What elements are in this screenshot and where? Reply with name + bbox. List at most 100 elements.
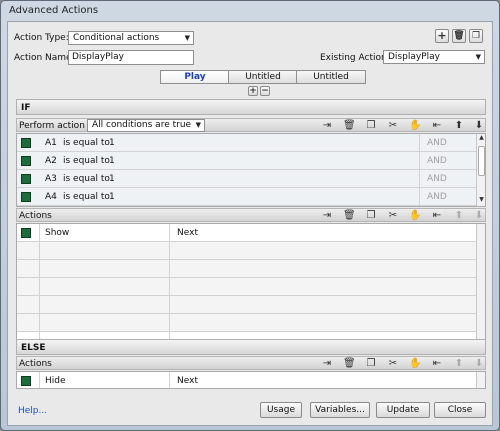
action-row[interactable]: Hide Next	[17, 372, 485, 388]
chevron-down-icon: ▼	[195, 121, 201, 129]
condition-marker	[21, 156, 31, 166]
paste-icon[interactable]: ✋	[409, 358, 421, 370]
actions-grid: Show Next	[16, 223, 486, 343]
scroll-down-icon[interactable]: ▼	[477, 196, 485, 203]
if-header: IF	[16, 99, 486, 115]
update-button[interactable]: Update	[376, 402, 430, 418]
move-up-icon[interactable]: ⬆	[453, 210, 465, 222]
column-divider	[39, 372, 40, 388]
perform-condition-select[interactable]: All conditions are true ▼	[87, 119, 205, 132]
action-marker	[21, 376, 31, 386]
column-divider	[419, 134, 420, 206]
insert-icon[interactable]: ⇥	[321, 358, 333, 370]
condition-var: A2	[45, 156, 57, 166]
condition-logic[interactable]: AND	[427, 188, 447, 206]
conditions-grid: A1 is equal to 1 AND A2 is equal to 1 AN…	[16, 133, 486, 207]
condition-value: 1	[109, 174, 115, 184]
condition-op: is equal to	[63, 174, 110, 184]
empty-row	[17, 260, 485, 278]
condition-var: A3	[45, 174, 57, 184]
action-target[interactable]: Next	[177, 372, 198, 388]
action-type-select[interactable]: Conditional actions ▼	[68, 31, 194, 45]
actions-scrollbar[interactable]	[476, 224, 485, 342]
action-type-value: Conditional actions	[73, 33, 160, 43]
cut-icon[interactable]: ✂	[387, 210, 399, 222]
else-scrollbar[interactable]	[476, 372, 485, 388]
condition-var: A1	[45, 138, 57, 148]
insert-icon[interactable]: ⇥	[321, 210, 333, 222]
condition-row[interactable]: A4 is equal to 1 AND	[17, 188, 485, 206]
paste-icon[interactable]: ✋	[409, 120, 421, 132]
help-link[interactable]: Help...	[18, 406, 47, 416]
empty-row	[17, 296, 485, 314]
action-row[interactable]: Show Next	[17, 224, 485, 242]
move-down-icon[interactable]: ⬇	[473, 358, 485, 370]
condition-marker	[21, 138, 31, 148]
actions-label: Actions	[19, 211, 52, 221]
advanced-actions-window: Advanced Actions Action Type: Conditiona…	[0, 0, 500, 431]
tab-untitled-1[interactable]: Untitled	[228, 70, 298, 84]
scroll-up-icon[interactable]: ▲	[477, 134, 485, 141]
move-down-icon[interactable]: ⬇	[473, 120, 485, 132]
if-toolbar: Perform action if: All conditions are tr…	[16, 118, 486, 132]
action-name-input[interactable]: DisplayPlay	[68, 50, 194, 65]
move-up-icon[interactable]: ⬆	[453, 358, 465, 370]
copy-icon[interactable]: ❐	[365, 210, 377, 222]
usage-button[interactable]: Usage	[260, 402, 302, 418]
cut-icon[interactable]: ✂	[387, 120, 399, 132]
chevron-down-icon: ▼	[475, 53, 481, 61]
existing-actions-select[interactable]: DisplayPlay ▼	[383, 50, 485, 64]
condition-op: is equal to	[63, 138, 110, 148]
empty-row	[17, 278, 485, 296]
window-title: Advanced Actions	[9, 5, 99, 16]
condition-op: is equal to	[63, 192, 110, 202]
copy-icon[interactable]: ❐	[365, 358, 377, 370]
insert-after-icon[interactable]: ⇤	[431, 358, 443, 370]
move-down-icon[interactable]: ⬇	[473, 210, 485, 222]
condition-logic[interactable]: AND	[427, 152, 447, 170]
perform-condition-value: All conditions are true	[92, 120, 192, 130]
move-up-icon[interactable]: ⬆	[453, 120, 465, 132]
remove-tab-icon[interactable]: −	[260, 86, 270, 96]
main-panel: Action Type: Conditional actions ▼ Actio…	[7, 21, 493, 426]
else-actions-toolbar: Actions ⇥ 🗑 ❐ ✂ ✋ ⇤ ⬆ ⬇	[16, 356, 486, 370]
action-command[interactable]: Show	[45, 224, 69, 242]
condition-op: is equal to	[63, 156, 110, 166]
existing-actions-value: DisplayPlay	[388, 52, 440, 62]
condition-marker	[21, 192, 31, 202]
add-tab-icon[interactable]: +	[248, 86, 258, 96]
condition-value: 1	[109, 192, 115, 202]
add-icon[interactable]: +	[435, 29, 449, 43]
variables-button[interactable]: Variables...	[310, 402, 370, 418]
tab-play[interactable]: Play	[160, 70, 230, 84]
delete-icon[interactable]: 🗑	[343, 120, 356, 132]
condition-row[interactable]: A1 is equal to 1 AND	[17, 134, 485, 152]
empty-row	[17, 314, 485, 332]
tab-untitled-2[interactable]: Untitled	[296, 70, 366, 84]
condition-logic[interactable]: AND	[427, 170, 447, 188]
delete-icon[interactable]: 🗑	[343, 210, 356, 222]
close-button[interactable]: Close	[434, 402, 486, 418]
column-divider	[39, 224, 40, 342]
condition-marker	[21, 174, 31, 184]
delete-icon[interactable]: 🗑	[452, 29, 466, 43]
condition-logic[interactable]: AND	[427, 134, 447, 152]
scroll-thumb[interactable]	[478, 146, 485, 176]
perform-action-label: Perform action if:	[19, 121, 97, 131]
action-type-label: Action Type:	[14, 33, 69, 43]
paste-icon[interactable]: ✋	[409, 210, 421, 222]
action-command[interactable]: Hide	[45, 372, 66, 388]
insert-after-icon[interactable]: ⇤	[431, 210, 443, 222]
condition-row[interactable]: A2 is equal to 1 AND	[17, 152, 485, 170]
cut-icon[interactable]: ✂	[387, 358, 399, 370]
copy-icon[interactable]: ❐	[365, 120, 377, 132]
insert-icon[interactable]: ⇥	[321, 120, 333, 132]
else-actions-label: Actions	[19, 359, 52, 369]
conditions-scrollbar[interactable]: ▲ ▼	[476, 134, 485, 206]
condition-row[interactable]: A3 is equal to 1 AND	[17, 170, 485, 188]
insert-after-icon[interactable]: ⇤	[431, 120, 443, 132]
delete-icon[interactable]: 🗑	[343, 358, 356, 370]
else-header: ELSE	[16, 339, 486, 355]
duplicate-icon[interactable]: ❐	[469, 29, 483, 43]
action-target[interactable]: Next	[177, 224, 198, 242]
